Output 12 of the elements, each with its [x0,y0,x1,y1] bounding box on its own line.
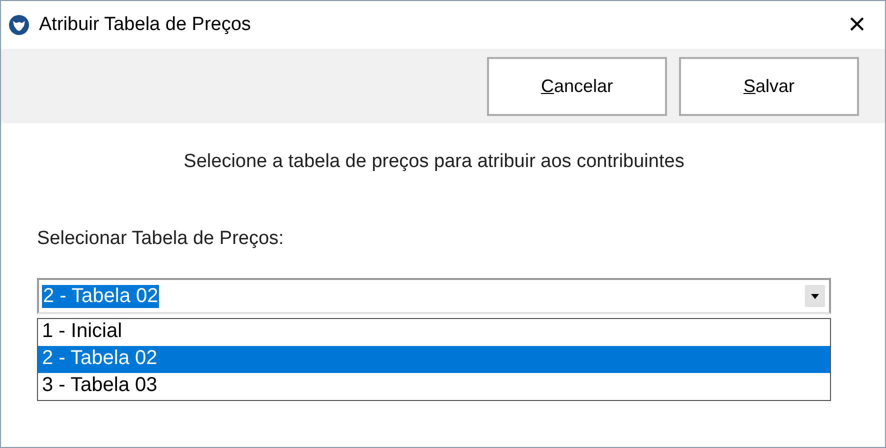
dropdown-option[interactable]: 3 - Tabela 03 [38,373,830,400]
dropdown-option[interactable]: 1 - Inicial [38,319,830,346]
cancel-button[interactable]: Cancelar [487,56,667,116]
field-label: Selecionar Tabela de Preços: [37,228,285,250]
instruction-text: Selecione a tabela de preços para atribuir aos contribuintes [182,151,686,173]
dropdown-option[interactable]: 2 - Tabela 02 [38,346,830,373]
close-button[interactable]: × [829,8,885,42]
price-table-dropdown[interactable]: 2 - Tabela 02 [37,278,831,314]
window-title: Atribuir Tabela de Preços [39,14,252,36]
selected-value: 2 - Tabela 02 [42,284,160,308]
save-button[interactable]: Salvar [679,56,859,116]
dropdown-arrow-icon[interactable] [804,284,826,308]
